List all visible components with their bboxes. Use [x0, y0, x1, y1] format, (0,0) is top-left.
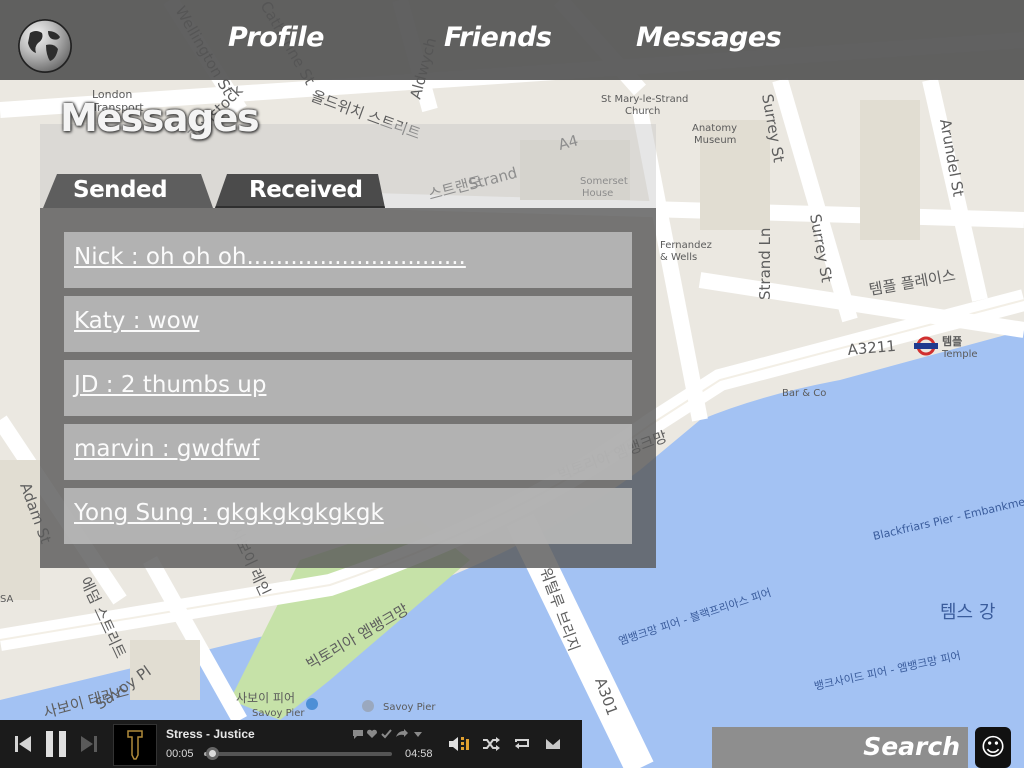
progress-bar[interactable] — [204, 752, 392, 756]
repeat-icon[interactable] — [513, 737, 531, 751]
svg-text:Fernandez: Fernandez — [660, 240, 712, 251]
messages-list: Nick : oh oh oh.........................… — [40, 208, 656, 568]
svg-text:Savoy Pier: Savoy Pier — [252, 708, 305, 719]
message-item[interactable]: Nick : oh oh oh.........................… — [64, 232, 632, 288]
smiley-icon[interactable]: ☺ — [975, 727, 1011, 768]
search-field[interactable]: Search — [712, 727, 968, 768]
album-art — [113, 724, 157, 766]
page-title: Messages — [60, 96, 260, 140]
message-link[interactable]: Katy : wow — [74, 308, 199, 334]
more-icon — [414, 732, 422, 737]
message-item[interactable]: marvin : gwdfwf — [64, 424, 632, 480]
svg-text:Museum: Museum — [694, 135, 736, 146]
track-actions — [353, 729, 422, 739]
check-icon — [381, 729, 392, 739]
svg-text:템플: 템플 — [942, 334, 962, 348]
search-label: Search — [863, 732, 960, 761]
message-link[interactable]: Yong Sung : gkgkgkgkgkgk — [74, 500, 384, 526]
message-item[interactable]: Katy : wow — [64, 296, 632, 352]
shuffle-icon[interactable] — [482, 737, 500, 751]
message-item[interactable]: JD : 2 thumbs up — [64, 360, 632, 416]
svg-text:Strand Ln: Strand Ln — [756, 228, 774, 300]
previous-icon[interactable] — [14, 734, 32, 754]
svg-text:St Mary-le-Strand: St Mary-le-Strand — [601, 94, 688, 105]
svg-text:템스 강: 템스 강 — [940, 602, 995, 623]
svg-text:Temple: Temple — [941, 349, 978, 360]
pause-icon[interactable] — [44, 730, 68, 758]
globe-icon[interactable] — [18, 19, 72, 73]
track-title: Stress - Justice — [166, 727, 255, 741]
svg-text:Anatomy: Anatomy — [692, 123, 737, 134]
tab-sended[interactable]: Sended — [43, 174, 213, 208]
nav-messages[interactable]: Messages — [636, 22, 782, 53]
svg-text:Bar & Co: Bar & Co — [782, 388, 826, 399]
minimize-icon[interactable] — [545, 738, 561, 750]
message-item[interactable]: Yong Sung : gkgkgkgkgkgk — [64, 488, 632, 544]
time-total: 04:58 — [405, 748, 433, 760]
tab-received[interactable]: Received — [215, 174, 385, 208]
svg-text:& Wells: & Wells — [660, 252, 697, 263]
message-link[interactable]: marvin : gwdfwf — [74, 436, 260, 462]
top-nav-bar: Profile Friends Messages — [0, 0, 1024, 80]
svg-text:사보이 피어: 사보이 피어 — [236, 691, 295, 705]
message-link[interactable]: JD : 2 thumbs up — [74, 372, 266, 398]
time-elapsed: 00:05 — [166, 748, 194, 760]
next-icon[interactable] — [80, 734, 98, 754]
nav-friends[interactable]: Friends — [444, 22, 552, 53]
comment-icon — [353, 730, 363, 739]
nav-profile[interactable]: Profile — [228, 22, 324, 53]
volume-icon[interactable] — [448, 735, 470, 753]
heart-icon — [367, 729, 377, 738]
share-icon — [396, 729, 408, 737]
progress-knob[interactable] — [205, 747, 219, 760]
message-link[interactable]: Nick : oh oh oh.........................… — [74, 244, 466, 270]
svg-text:Savoy Pier: Savoy Pier — [383, 702, 436, 713]
svg-text:SA: SA — [0, 594, 14, 605]
svg-text:Church: Church — [625, 106, 660, 117]
